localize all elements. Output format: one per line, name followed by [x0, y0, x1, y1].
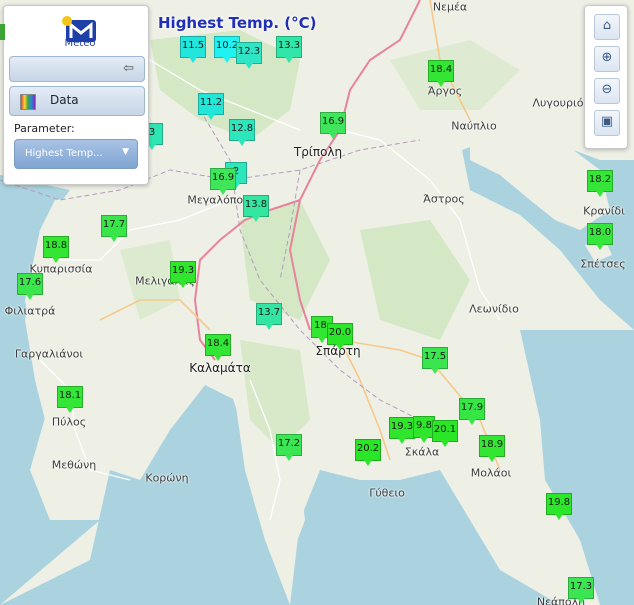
temperature-marker[interactable]: 12.3	[236, 42, 262, 69]
temperature-marker[interactable]: 19.3	[170, 261, 196, 288]
temperature-marker[interactable]: 18.4	[205, 334, 231, 361]
place-label: Φιλιατρά	[4, 304, 56, 318]
temperature-marker[interactable]: 18.1	[57, 386, 83, 413]
place-label: Γαργαλιάνοι	[14, 347, 84, 361]
place-label: Λεωνίδιο	[469, 302, 519, 316]
data-button-label: Data	[50, 93, 79, 107]
place-label: Κορώνη	[145, 471, 189, 485]
place-label: Κρανίδι	[583, 204, 625, 218]
place-label: Μεθώνη	[51, 458, 97, 472]
temperature-marker[interactable]: 11.5	[180, 36, 206, 63]
zoom-in-icon: ⊕	[601, 50, 613, 65]
temperature-marker[interactable]: 20.2	[355, 439, 381, 466]
temperature-marker[interactable]: 13.7	[256, 303, 282, 330]
zoom-extent-icon: ▣	[600, 114, 614, 129]
data-button[interactable]: Data	[9, 86, 145, 116]
side-tab-button[interactable]	[0, 24, 5, 40]
place-label: Άργος	[427, 84, 463, 98]
place-label: Άστρος	[423, 192, 465, 206]
parameter-label: Parameter:	[14, 122, 75, 135]
temperature-marker[interactable]: 19.3	[389, 417, 415, 444]
home-icon: ⌂	[602, 18, 612, 33]
temperature-marker[interactable]: 18.9	[479, 435, 505, 462]
map-title: Highest Temp. (°C)	[158, 14, 317, 32]
parameter-value: Highest Temp...	[25, 148, 103, 159]
place-label: Σκάλα	[404, 445, 440, 459]
temperature-marker[interactable]: 13.3	[276, 36, 302, 63]
temperature-marker[interactable]: 12.8	[229, 119, 255, 146]
forest-area	[390, 40, 520, 110]
parameter-select[interactable]: Highest Temp... ▼	[14, 139, 138, 169]
temperature-marker[interactable]: 18.0	[587, 223, 613, 250]
home-button[interactable]: ⌂	[594, 14, 620, 40]
map-navigation-panel: ⌂ ⊕ ⊖ ▣	[584, 5, 628, 149]
zoom-out-button[interactable]: ⊖	[594, 78, 620, 104]
place-label: Γύθειο	[369, 486, 405, 500]
place-label: Καλαμάτα	[189, 361, 251, 375]
temperature-marker[interactable]: 17.2	[276, 434, 302, 461]
temperature-marker[interactable]: 17.5	[422, 347, 448, 374]
logo-text: Meteo	[64, 38, 96, 49]
place-label: Πύλος	[51, 415, 87, 429]
place-label: Τρίπολη	[293, 145, 343, 159]
place-label: Σπέτσες	[580, 257, 626, 271]
place-label: Λυγουριό	[532, 96, 584, 110]
temperature-marker[interactable]: 20.1	[432, 420, 458, 447]
temperature-marker[interactable]: 17.7	[101, 215, 127, 242]
zoom-out-icon: ⊖	[601, 82, 613, 97]
temperature-marker[interactable]: 18.8	[43, 236, 69, 263]
zoom-in-button[interactable]: ⊕	[594, 46, 620, 72]
arrow-left-icon: ⇦	[123, 61, 134, 76]
color-scale-icon	[20, 94, 36, 110]
temperature-marker[interactable]: 19.8	[546, 493, 572, 520]
temperature-marker[interactable]: 16.9	[320, 112, 346, 139]
temperature-marker[interactable]: 17.3	[568, 577, 594, 604]
collapse-panel-button[interactable]: ⇦	[9, 56, 145, 82]
chevron-down-icon: ▼	[122, 147, 129, 157]
temperature-marker[interactable]: 20.0	[327, 323, 353, 350]
temperature-marker[interactable]: 17.6	[17, 273, 43, 300]
temperature-marker[interactable]: 18.2	[587, 170, 613, 197]
temperature-marker[interactable]: 11.2	[198, 93, 224, 120]
meteo-logo	[60, 14, 100, 56]
zoom-extent-button[interactable]: ▣	[594, 110, 620, 136]
temperature-marker[interactable]: 16.9	[210, 168, 236, 195]
place-label: Νεμέα	[432, 0, 468, 14]
forest-area	[360, 220, 470, 340]
temperature-marker[interactable]: 13.8	[243, 195, 269, 222]
control-panel: Meteo ⇦ Data Parameter: Highest Temp... …	[3, 5, 149, 185]
temperature-marker[interactable]: 18.4	[428, 60, 454, 87]
place-label: Ναύπλιο	[451, 119, 497, 133]
place-label: Μολάοι	[470, 466, 512, 480]
temperature-marker[interactable]: 17.9	[459, 398, 485, 425]
